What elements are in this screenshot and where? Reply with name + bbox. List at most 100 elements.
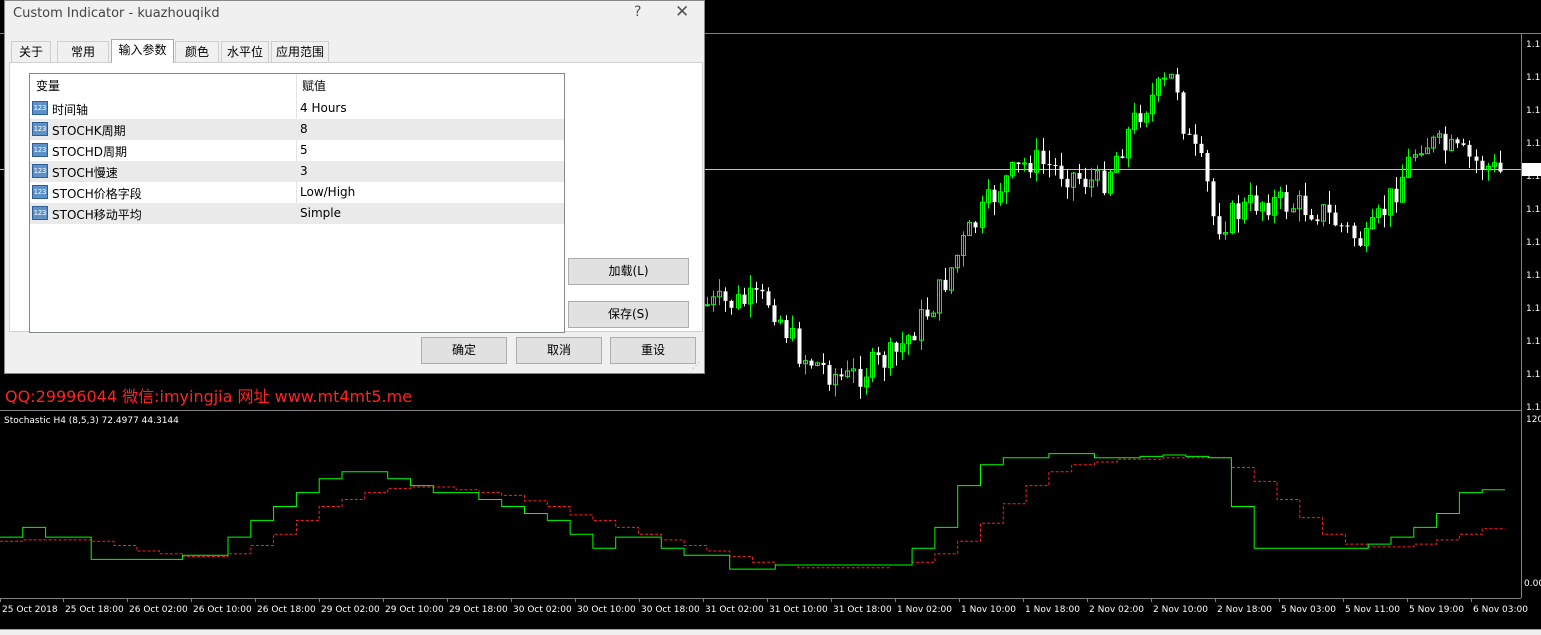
save-button[interactable]: 保存(S) <box>568 301 689 328</box>
candle-body-bear <box>1059 165 1064 179</box>
price-tick-label: 1.1 <box>1526 205 1540 215</box>
candle-body-bear <box>772 305 777 323</box>
candle-body-bear <box>1498 162 1503 172</box>
candle-body-bear <box>1181 92 1186 134</box>
tab-visualization[interactable]: 应用范围 <box>271 41 329 62</box>
bottom-toolbox-strip <box>0 629 1541 635</box>
grid-row-value[interactable]: Low/High <box>300 185 355 199</box>
candle-body-bear <box>1339 225 1344 227</box>
candle-body-bear <box>894 342 899 352</box>
grid-row-value[interactable]: 5 <box>300 143 308 157</box>
grid-row-stoch-ma-method[interactable]: 123 STOCH移动平均 Simple <box>30 203 564 224</box>
price-tick-label: 1.1 <box>1526 106 1540 116</box>
candle-body-bear <box>858 368 863 387</box>
candle-body-bear <box>973 222 978 228</box>
time-axis-label: 26 Oct 10:00 <box>193 605 252 615</box>
candle-body-bear <box>1327 204 1332 213</box>
cancel-button[interactable]: 取消 <box>516 337 602 364</box>
candle-body-bear <box>1358 238 1363 246</box>
reset-button[interactable]: 重设 <box>610 337 696 364</box>
grid-row-value[interactable]: 4 Hours <box>300 101 347 115</box>
candle-body-bear <box>1461 143 1466 145</box>
price-tick-label: 1.1 <box>1526 337 1540 347</box>
candle-body-bear <box>1211 181 1216 217</box>
price-tick-label: 1.1 <box>1526 370 1540 380</box>
candle-body-bear <box>1266 202 1271 216</box>
tab-about[interactable]: 关于 <box>11 41 51 62</box>
grid-header-value: 赋值 <box>302 79 327 93</box>
number-icon: 123 <box>32 143 48 157</box>
price-tick-label: 1.1 <box>1526 73 1540 83</box>
grid-row-stochd-period[interactable]: 123 STOCHD周期 5 <box>30 140 564 161</box>
candle-body-bear <box>1284 192 1289 212</box>
tab-levels[interactable]: 水平位 <box>221 41 269 62</box>
grid-row-stoch-price-field[interactable]: 123 STOCH价格字段 Low/High <box>30 182 564 203</box>
stochastic-main-line <box>0 453 1505 570</box>
ok-button[interactable]: 确定 <box>421 337 507 364</box>
load-button[interactable]: 加载(L) <box>568 258 689 285</box>
time-axis-label: 29 Oct 10:00 <box>385 605 444 615</box>
candle-body-bear <box>1047 164 1052 166</box>
time-axis-label: 30 Oct 18:00 <box>641 605 700 615</box>
candle-body-bear <box>1455 139 1460 144</box>
time-axis-label: 25 Oct 18:00 <box>65 605 124 615</box>
candle-body-bear <box>784 320 789 339</box>
candle-body-bear <box>797 328 802 364</box>
candle-body-bear <box>1138 113 1143 123</box>
tab-common[interactable]: 常用 <box>57 41 109 62</box>
candle-body-bear <box>1077 173 1082 179</box>
candle-body-bear <box>1199 143 1204 154</box>
candle-body-bear <box>925 309 930 317</box>
time-axis-label: 30 Oct 02:00 <box>513 605 572 615</box>
candle-body-bull <box>1419 153 1424 156</box>
tab-inputs[interactable]: 输入参数 <box>111 39 174 63</box>
stochastic-signal-line <box>0 457 1505 569</box>
price-tick-label: 1.1 <box>1526 271 1540 281</box>
candle-body-bear <box>723 291 728 301</box>
indicator-label: Stochastic H4 (8,5,3) 72.4977 44.3144 <box>4 416 179 426</box>
grid-row-timeframe[interactable]: 123 时间轴 4 Hours <box>30 98 564 119</box>
candle-body-bear <box>1187 133 1192 135</box>
candle-body-bear <box>821 362 826 366</box>
candle-body-bear <box>1175 74 1180 93</box>
price-candles <box>705 67 1503 399</box>
time-axis-label: 2 Nov 18:00 <box>1217 605 1272 615</box>
price-tick-label: 1.1 <box>1526 304 1540 314</box>
time-axis-label: 25 Oct 2018 <box>2 605 58 615</box>
grid-row-value[interactable]: 8 <box>300 122 308 136</box>
candle-body-bear <box>1394 188 1399 203</box>
grid-row-value[interactable]: Simple <box>300 206 341 220</box>
candle-body-bear <box>827 365 832 385</box>
candle-body-bear <box>729 300 734 308</box>
tab-colors[interactable]: 颜色 <box>175 41 219 62</box>
close-icon[interactable]: ✕ <box>675 2 689 22</box>
grid-header-variable: 变量 <box>36 79 61 93</box>
candle-body-bear <box>1236 203 1241 220</box>
time-axis-label: 26 Oct 18:00 <box>257 605 316 615</box>
candle-body-bear <box>1309 215 1314 220</box>
candle-body-bear <box>1205 153 1210 182</box>
grid-row-name: STOCHD周期 <box>52 145 128 159</box>
candle-body-bear <box>1028 163 1033 173</box>
price-tick-label: 1.1 <box>1526 139 1540 149</box>
time-axis-label: 5 Nov 11:00 <box>1345 605 1400 615</box>
resize-grip-icon[interactable]: ⋰ <box>692 361 702 371</box>
indicator-scale-bottom: 0.00 <box>1524 579 1541 589</box>
time-axis-label: 1 Nov 10:00 <box>961 605 1016 615</box>
time-axis-label: 1 Nov 02:00 <box>897 605 952 615</box>
grid-row-stochk-period[interactable]: 123 STOCHK周期 8 <box>30 119 564 140</box>
candle-body-bear <box>1333 212 1338 226</box>
grid-row-value[interactable]: 3 <box>300 164 308 178</box>
candle-body-bear <box>1467 144 1472 157</box>
candle-body-bear <box>992 189 997 203</box>
candle-body-bear <box>1303 195 1308 216</box>
watermark-text: QQ:29996044 微信:imyingjia 网址 www.mt4mt5.m… <box>5 387 413 406</box>
candle-body-bear <box>1315 219 1320 222</box>
candle-body-bear <box>1065 178 1070 188</box>
help-icon[interactable]: ? <box>634 4 641 20</box>
candle-body-bear <box>1102 170 1107 194</box>
grid-row-stoch-slowing[interactable]: 123 STOCH慢速 3 <box>30 161 564 182</box>
candle-body-bear <box>1443 133 1448 151</box>
candle-body-bear <box>882 355 887 368</box>
custom-indicator-dialog: Custom Indicator - kuazhouqikd ? ✕ 关于 常用… <box>4 0 705 374</box>
